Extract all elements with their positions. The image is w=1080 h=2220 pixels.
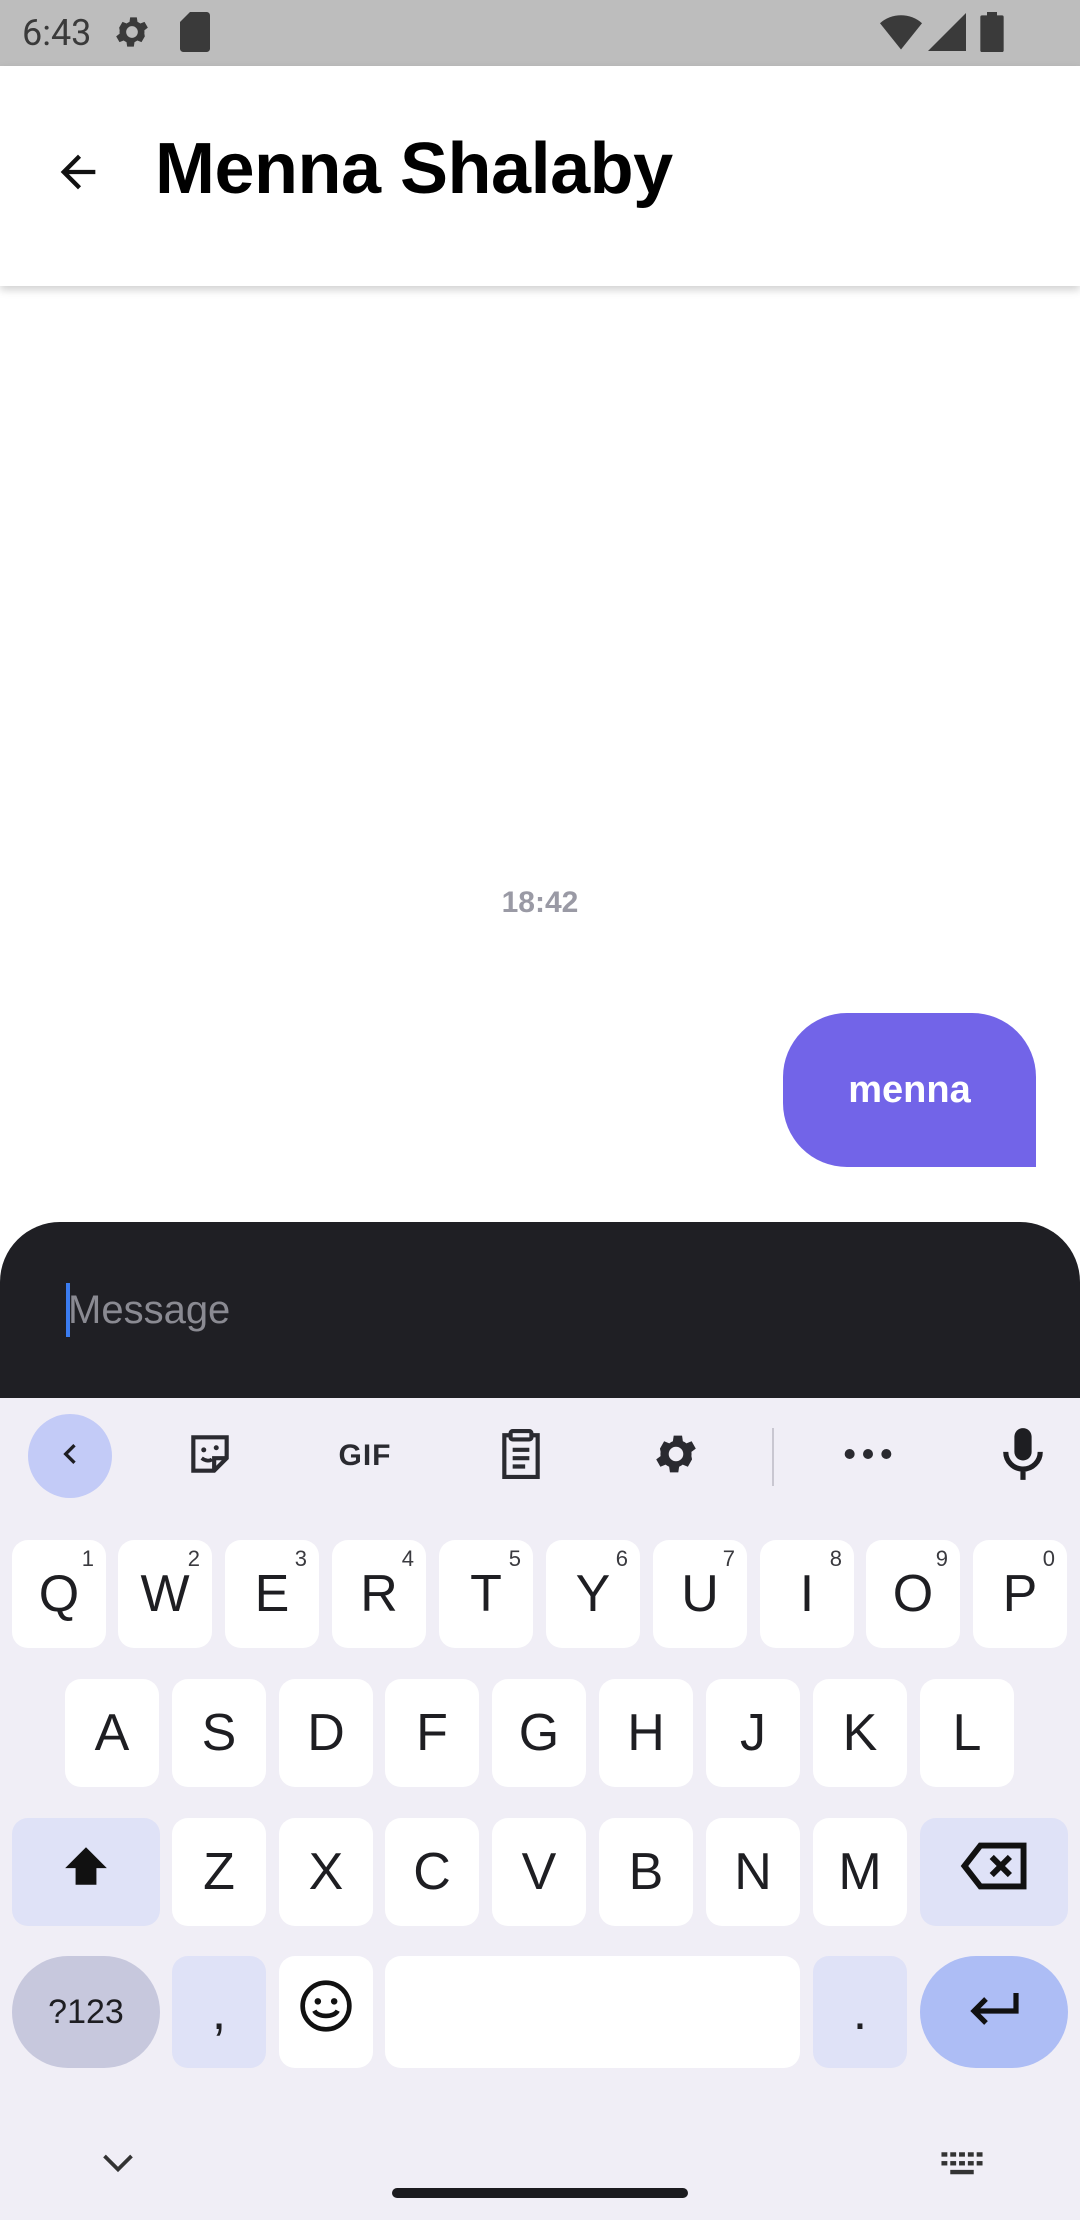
message-composer bbox=[0, 1222, 1080, 1398]
key-y[interactable]: Y6 bbox=[546, 1540, 640, 1648]
key-d[interactable]: D bbox=[279, 1679, 373, 1787]
page-title: Menna Shalaby bbox=[155, 129, 673, 209]
status-bar: 6:43 bbox=[0, 0, 1080, 66]
battery-icon bbox=[980, 12, 1004, 57]
keyboard: GIF Q1 W2 E3 R4 T5 Y6 U7 I8 O9 P 0 A S D… bbox=[0, 1398, 1080, 2220]
comma-key[interactable]: , bbox=[172, 1956, 266, 2068]
gif-button[interactable]: GIF bbox=[323, 1414, 407, 1498]
message-input[interactable] bbox=[68, 1274, 968, 1346]
key-r[interactable]: R4 bbox=[332, 1540, 426, 1648]
sd-card-icon bbox=[180, 12, 210, 57]
settings-icon bbox=[112, 12, 152, 57]
key-x[interactable]: X bbox=[279, 1818, 373, 1926]
backspace-icon bbox=[959, 1841, 1029, 1904]
backspace-key[interactable] bbox=[920, 1818, 1068, 1926]
key-v[interactable]: V bbox=[492, 1818, 586, 1926]
space-key[interactable] bbox=[385, 1956, 800, 2068]
shift-icon bbox=[61, 1841, 111, 1904]
message-text: menna bbox=[848, 1068, 971, 1111]
home-handle[interactable] bbox=[392, 2188, 688, 2198]
app-bar: Menna Shalaby bbox=[0, 66, 1080, 286]
message-timestamp: 18:42 bbox=[501, 886, 579, 919]
key-i[interactable]: I8 bbox=[760, 1540, 854, 1648]
message-bubble-sent[interactable]: menna bbox=[783, 1013, 1036, 1167]
key-q[interactable]: Q1 bbox=[12, 1540, 106, 1648]
more-button[interactable] bbox=[826, 1414, 910, 1498]
hide-keyboard-button[interactable] bbox=[100, 2150, 136, 2179]
toolbar-divider bbox=[772, 1428, 774, 1486]
back-button[interactable] bbox=[42, 138, 114, 210]
navigation-bar bbox=[0, 2100, 1080, 2220]
keyboard-settings-button[interactable] bbox=[634, 1414, 718, 1498]
key-e[interactable]: E3 bbox=[225, 1540, 319, 1648]
key-h[interactable]: H bbox=[599, 1679, 693, 1787]
chevron-left-icon bbox=[50, 1434, 90, 1479]
key-c[interactable]: C bbox=[385, 1818, 479, 1926]
key-k[interactable]: K bbox=[813, 1679, 907, 1787]
key-z[interactable]: Z bbox=[172, 1818, 266, 1926]
gear-icon bbox=[651, 1429, 701, 1484]
key-g[interactable]: G bbox=[492, 1679, 586, 1787]
enter-icon bbox=[966, 1982, 1022, 2042]
clipboard-button[interactable] bbox=[479, 1414, 563, 1498]
gif-label: GIF bbox=[338, 1439, 392, 1472]
clipboard-icon bbox=[498, 1428, 544, 1484]
signal-icon bbox=[928, 12, 966, 57]
key-m[interactable]: M bbox=[813, 1818, 907, 1926]
period-key[interactable]: . bbox=[813, 1956, 907, 2068]
key-o[interactable]: O9 bbox=[866, 1540, 960, 1648]
emoji-key[interactable] bbox=[279, 1956, 373, 2068]
key-p[interactable]: P0 bbox=[973, 1540, 1067, 1648]
key-n[interactable]: N bbox=[706, 1818, 800, 1926]
key-b[interactable]: B bbox=[599, 1818, 693, 1926]
more-icon bbox=[843, 1447, 893, 1466]
key-t[interactable]: T5 bbox=[439, 1540, 533, 1648]
sticker-button[interactable] bbox=[168, 1414, 252, 1498]
key-s[interactable]: S bbox=[172, 1679, 266, 1787]
voice-input-button[interactable] bbox=[981, 1414, 1065, 1498]
symbols-key[interactable]: ?123 bbox=[12, 1956, 160, 2068]
sticker-icon bbox=[185, 1429, 235, 1484]
key-j[interactable]: J bbox=[706, 1679, 800, 1787]
key-a[interactable]: A bbox=[65, 1679, 159, 1787]
status-time: 6:43 bbox=[22, 12, 92, 54]
key-f[interactable]: F bbox=[385, 1679, 479, 1787]
collapse-toolbar-button[interactable] bbox=[28, 1414, 112, 1498]
key-w[interactable]: W2 bbox=[118, 1540, 212, 1648]
keyboard-switch-icon[interactable] bbox=[940, 2150, 984, 2183]
key-l[interactable]: L bbox=[920, 1679, 1014, 1787]
key-u[interactable]: U7 bbox=[653, 1540, 747, 1648]
wifi-icon bbox=[880, 12, 922, 57]
enter-key[interactable] bbox=[920, 1956, 1068, 2068]
arrow-back-icon bbox=[52, 146, 104, 203]
microphone-icon bbox=[1001, 1426, 1045, 1487]
shift-key[interactable] bbox=[12, 1818, 160, 1926]
keyboard-toolbar: GIF bbox=[0, 1398, 1080, 1516]
emoji-icon bbox=[298, 1978, 354, 2047]
